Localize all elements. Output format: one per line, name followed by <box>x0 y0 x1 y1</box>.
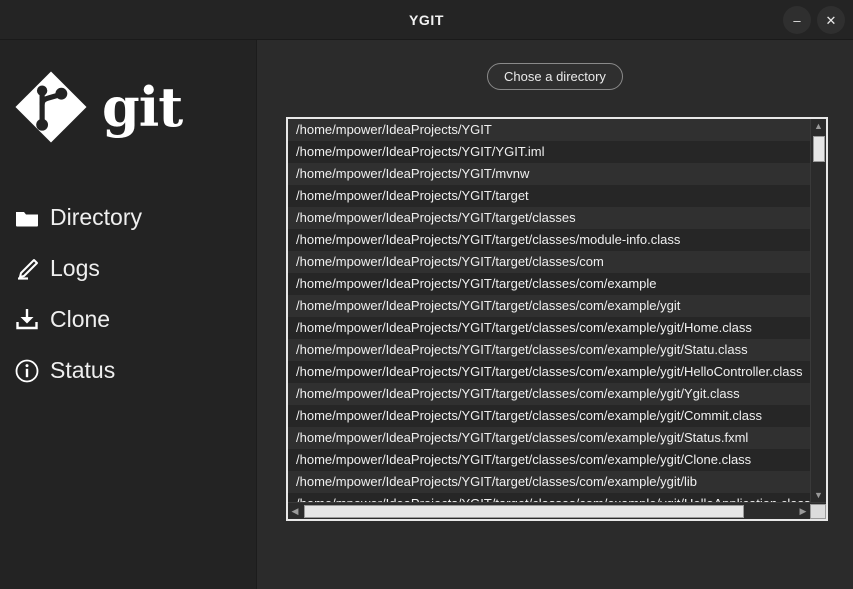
sidebar-item-label: Clone <box>50 306 111 332</box>
window-controls: – ✕ <box>783 0 845 40</box>
file-list-item[interactable]: /home/mpower/IdeaProjects/YGIT/target/cl… <box>288 493 810 502</box>
sidebar-nav: Directory Logs Clone Status <box>0 192 256 396</box>
sidebar-item-directory[interactable]: Directory <box>0 192 256 243</box>
git-logo-icon <box>15 71 87 143</box>
file-list-item[interactable]: /home/mpower/IdeaProjects/YGIT/target/cl… <box>288 295 810 317</box>
file-list-item[interactable]: /home/mpower/IdeaProjects/YGIT <box>288 119 810 141</box>
file-list[interactable]: /home/mpower/IdeaProjects/YGIT/home/mpow… <box>288 119 810 502</box>
sidebar-item-label: Status <box>50 357 116 383</box>
brand: git <box>0 70 256 144</box>
window-title: YGIT <box>408 11 445 28</box>
scroll-down-arrow-icon[interactable]: ▼ <box>812 488 826 502</box>
horizontal-scroll-track[interactable] <box>302 504 796 519</box>
info-circle-icon <box>14 358 40 384</box>
file-list-item[interactable]: /home/mpower/IdeaProjects/YGIT/target/cl… <box>288 405 810 427</box>
pencil-icon <box>14 256 40 282</box>
sidebar-item-label: Logs <box>50 255 100 281</box>
choose-directory-button[interactable]: Chose a directory <box>487 63 623 90</box>
file-list-item[interactable]: /home/mpower/IdeaProjects/YGIT/target/cl… <box>288 317 810 339</box>
file-list-item[interactable]: /home/mpower/IdeaProjects/YGIT/YGIT.iml <box>288 141 810 163</box>
scroll-left-arrow-icon[interactable]: ◀ <box>288 504 302 519</box>
file-list-item[interactable]: /home/mpower/IdeaProjects/YGIT/target/cl… <box>288 207 810 229</box>
minimize-button[interactable]: – <box>783 6 811 34</box>
vertical-scroll-thumb[interactable] <box>812 136 825 162</box>
file-list-item[interactable]: /home/mpower/IdeaProjects/YGIT/target/cl… <box>288 471 810 493</box>
close-button[interactable]: ✕ <box>817 6 845 34</box>
file-list-item[interactable]: /home/mpower/IdeaProjects/YGIT/target/cl… <box>288 229 810 251</box>
file-list-item[interactable]: /home/mpower/IdeaProjects/YGIT/target <box>288 185 810 207</box>
file-list-item[interactable]: /home/mpower/IdeaProjects/YGIT/target/cl… <box>288 339 810 361</box>
file-list-item[interactable]: /home/mpower/IdeaProjects/YGIT/target/cl… <box>288 273 810 295</box>
scrollbar-corner <box>810 503 826 519</box>
vertical-scrollbar[interactable]: ▲ ▼ <box>810 119 826 502</box>
file-list-item[interactable]: /home/mpower/IdeaProjects/YGIT/target/cl… <box>288 361 810 383</box>
sidebar-item-clone[interactable]: Clone <box>0 294 256 345</box>
folder-icon <box>14 205 40 231</box>
horizontal-scroll-thumb[interactable] <box>304 504 744 518</box>
vertical-scroll-track[interactable] <box>812 133 826 488</box>
scroll-up-arrow-icon[interactable]: ▲ <box>812 119 826 133</box>
download-icon <box>14 307 40 333</box>
sidebar: git Directory Logs Clone Status <box>0 40 257 589</box>
app-window: YGIT – ✕ git Directory Logs Clone Status… <box>0 0 853 589</box>
horizontal-scrollbar[interactable]: ◀ ▶ <box>288 502 826 519</box>
file-list-item[interactable]: /home/mpower/IdeaProjects/YGIT/target/cl… <box>288 449 810 471</box>
window-body: git Directory Logs Clone Status Chose a … <box>0 40 853 589</box>
sidebar-item-logs[interactable]: Logs <box>0 243 256 294</box>
file-list-item[interactable]: /home/mpower/IdeaProjects/YGIT/mvnw <box>288 163 810 185</box>
file-list-body: /home/mpower/IdeaProjects/YGIT/home/mpow… <box>288 119 826 502</box>
file-list-panel: /home/mpower/IdeaProjects/YGIT/home/mpow… <box>286 117 828 521</box>
file-list-item[interactable]: /home/mpower/IdeaProjects/YGIT/target/cl… <box>288 427 810 449</box>
sidebar-item-label: Directory <box>50 204 143 230</box>
scroll-right-arrow-icon[interactable]: ▶ <box>796 504 810 519</box>
title-bar: YGIT – ✕ <box>0 0 853 40</box>
sidebar-item-status[interactable]: Status <box>0 345 256 396</box>
main-content: Chose a directory /home/mpower/IdeaProje… <box>257 40 853 589</box>
file-list-item[interactable]: /home/mpower/IdeaProjects/YGIT/target/cl… <box>288 383 810 405</box>
file-list-item[interactable]: /home/mpower/IdeaProjects/YGIT/target/cl… <box>288 251 810 273</box>
brand-text: git <box>102 75 183 139</box>
